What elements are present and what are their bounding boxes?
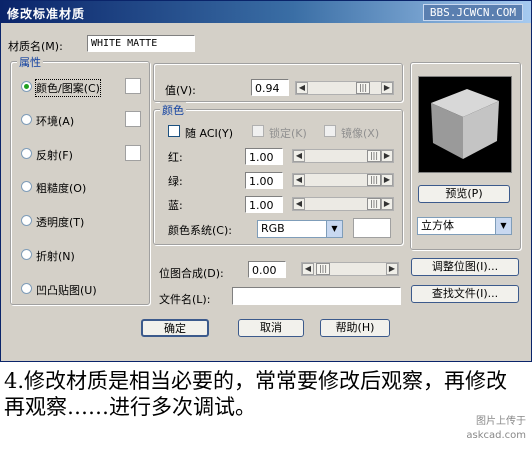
title-bar[interactable]: 修改标准材质 BBS.JCWCN.COM — [1, 1, 531, 23]
slider-right-arrow-icon[interactable]: ▶ — [381, 174, 393, 186]
attribute-color-swatch[interactable] — [125, 78, 141, 94]
material-name-label: 材质名(M): — [8, 40, 63, 53]
attribute-color-swatch[interactable] — [125, 111, 141, 127]
slider-right-arrow-icon[interactable]: ▶ — [386, 263, 398, 275]
site-watermark-line2: askcad.com — [466, 430, 526, 441]
slider-right-arrow-icon[interactable]: ▶ — [381, 198, 393, 210]
find-file-button[interactable]: 查找文件(I)... — [411, 285, 519, 303]
attribute-label: 凹凸贴图(U) — [36, 284, 97, 297]
cube-preview-icon — [431, 89, 499, 159]
attribute-radio[interactable] — [21, 148, 32, 159]
blue-label: 蓝: — [168, 199, 183, 212]
file-name-label: 文件名(L): — [159, 293, 211, 306]
blue-input[interactable]: 1.00 — [245, 196, 283, 213]
attribute-label: 透明度(T) — [36, 216, 85, 229]
slider-thumb[interactable]: ||| — [316, 263, 330, 275]
slider-right-arrow-icon[interactable]: ▶ — [381, 82, 393, 94]
slider-left-arrow-icon[interactable]: ◀ — [302, 263, 314, 275]
attribute-radio[interactable] — [21, 81, 32, 92]
attribute-radio[interactable] — [21, 215, 32, 226]
slider-right-arrow-icon[interactable]: ▶ — [381, 150, 393, 162]
attribute-radio[interactable] — [21, 114, 32, 125]
site-watermark-line1: 图片上传于 — [476, 416, 526, 427]
slider-thumb[interactable]: ||| — [356, 82, 370, 94]
by-aci-label: 随 ACI(Y) — [185, 127, 234, 140]
value-input[interactable]: 0.94 — [251, 79, 289, 96]
slider-left-arrow-icon[interactable]: ◀ — [296, 82, 308, 94]
value-label: 值(V): — [165, 84, 196, 97]
value-slider[interactable]: ◀ ||| ▶ — [295, 81, 394, 95]
attribute-radio[interactable] — [21, 249, 32, 260]
slider-left-arrow-icon[interactable]: ◀ — [293, 198, 305, 210]
lock-checkbox[interactable] — [252, 125, 264, 137]
cancel-button[interactable]: 取消 — [238, 319, 304, 337]
color-system-select[interactable]: RGB ▼ — [257, 220, 343, 238]
color-group-title: 颜色 — [160, 102, 186, 118]
by-aci-checkbox[interactable] — [168, 125, 180, 137]
ok-button[interactable]: 确定 — [141, 319, 209, 337]
slider-thumb[interactable]: ||| — [367, 174, 381, 186]
preview-image — [418, 76, 512, 173]
material-name-input[interactable]: WHITE MATTE — [87, 35, 195, 52]
blue-slider[interactable]: ◀ ||| ▶ — [292, 197, 394, 211]
material-dialog: 修改标准材质 BBS.JCWCN.COM 材质名(M): WHITE MATTE… — [0, 0, 532, 362]
attribute-radio[interactable] — [21, 283, 32, 294]
adjust-bitmap-button[interactable]: 调整位图(I)... — [411, 258, 519, 276]
site-watermark: 图片上传于 askcad.com — [466, 415, 526, 443]
bitmap-blend-input[interactable]: 0.00 — [248, 261, 286, 278]
green-slider[interactable]: ◀ ||| ▶ — [292, 173, 394, 187]
attribute-label: 反射(F) — [36, 149, 73, 162]
slider-thumb[interactable]: ||| — [367, 198, 381, 210]
slider-left-arrow-icon[interactable]: ◀ — [293, 174, 305, 186]
help-button[interactable]: 帮助(H) — [320, 319, 390, 337]
red-label: 红: — [168, 151, 183, 164]
color-system-label: 颜色系统(C): — [168, 224, 232, 237]
preview-shape-value: 立方体 — [421, 219, 454, 232]
attribute-label: 粗糙度(O) — [36, 182, 87, 195]
bitmap-blend-label: 位图合成(D): — [159, 267, 224, 280]
green-input[interactable]: 1.00 — [245, 172, 283, 189]
lock-label: 锁定(K) — [269, 127, 307, 140]
attributes-group-title: 属性 — [17, 54, 43, 70]
preview-shape-select[interactable]: 立方体 ▼ — [417, 217, 512, 235]
dialog-title: 修改标准材质 — [7, 7, 86, 21]
slider-left-arrow-icon[interactable]: ◀ — [293, 150, 305, 162]
file-name-input[interactable] — [232, 287, 401, 305]
bitmap-blend-slider[interactable]: ◀ ||| ▶ — [301, 262, 399, 276]
color-swatch[interactable] — [353, 218, 391, 238]
caption-text: 4.修改材质是相当必要的，常常要修改后观察，再修改再观察……进行多次调试。 — [4, 369, 508, 419]
attribute-radio[interactable] — [21, 181, 32, 192]
attribute-label: 颜色/图案(C) — [35, 79, 101, 97]
chevron-down-icon[interactable]: ▼ — [495, 218, 511, 234]
red-input[interactable]: 1.00 — [245, 148, 283, 165]
color-system-value: RGB — [261, 222, 285, 235]
attribute-label: 环境(A) — [36, 115, 75, 128]
slider-thumb[interactable]: ||| — [367, 150, 381, 162]
mirror-checkbox[interactable] — [324, 125, 336, 137]
chevron-down-icon[interactable]: ▼ — [326, 221, 342, 237]
red-slider[interactable]: ◀ ||| ▶ — [292, 149, 394, 163]
green-label: 绿: — [168, 175, 183, 188]
mirror-label: 镜像(X) — [341, 127, 380, 140]
attribute-color-swatch[interactable] — [125, 145, 141, 161]
attribute-label: 折射(N) — [36, 250, 75, 263]
preview-button[interactable]: 预览(P) — [418, 185, 510, 203]
watermark-badge: BBS.JCWCN.COM — [422, 4, 523, 21]
